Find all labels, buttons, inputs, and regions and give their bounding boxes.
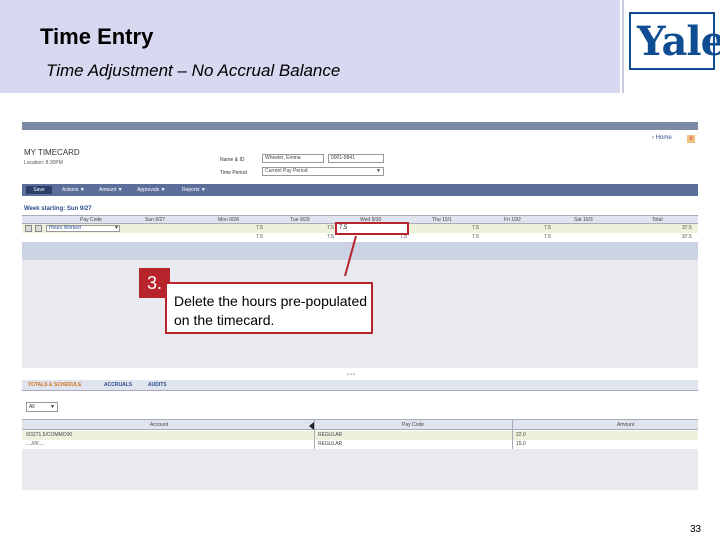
filter-select[interactable]: All ▼ [26, 402, 58, 412]
period-value: Current Pay Period [265, 168, 308, 174]
col-tue: Tue 9/29 [290, 217, 310, 223]
edit-row-icon[interactable] [35, 225, 42, 232]
col-thu: Thu 10/1 [432, 217, 452, 223]
tab-audits[interactable]: AUDITS [148, 382, 167, 388]
col-fri: Fri 10/2 [504, 217, 521, 223]
delete-row-icon[interactable] [25, 225, 32, 232]
cell-fri: 7.5 [544, 234, 551, 240]
pay-code-select[interactable]: Hours Worked [46, 225, 120, 232]
yale-logo-text: Yale [637, 18, 720, 65]
app-top-bar [22, 122, 698, 130]
actions-menu[interactable]: Actions ▼ [62, 186, 85, 194]
cell-amount: 22.0 [516, 432, 526, 438]
tab-accruals[interactable]: ACCRUALS [104, 382, 132, 388]
location-text: Location: 8:30PM [24, 160, 63, 166]
close-icon[interactable]: x [687, 135, 695, 143]
bottom-tabs: TOTALS & SCHEDULE ACCRUALS AUDITS [22, 380, 698, 391]
timecard-toolbar: Save Actions ▼ Amount ▼ Approvals ▼ Repo… [22, 184, 698, 196]
cell-mon[interactable]: 7.5 [256, 225, 263, 231]
col-sat: Sat 10/3 [574, 217, 593, 223]
totals-empty-area [22, 449, 698, 490]
cell-total: 37.5 [682, 234, 692, 240]
cell-thu[interactable]: 7.5 [472, 225, 479, 231]
col-pay-code: Pay Code [402, 422, 424, 428]
id-field[interactable]: 0001-9841 [328, 154, 384, 163]
cell-fri[interactable]: 7.5 [544, 225, 551, 231]
cell-total: 37.5 [682, 225, 692, 231]
name-field[interactable]: Wheeler, Emma [262, 154, 324, 163]
col-amount: Amount [617, 422, 635, 428]
col-account: Account [150, 422, 169, 428]
cell-amount: 15.0 [516, 441, 526, 447]
filter-value: All [29, 404, 35, 410]
grid-empty-area [22, 242, 698, 260]
table-row: ..../////.... REGULAR 15.0 [22, 440, 698, 449]
col-mon: Mon 9/28 [218, 217, 239, 223]
chevron-down-icon[interactable]: ▼ [114, 225, 119, 231]
chevron-down-icon: ▼ [50, 404, 55, 410]
column-divider [314, 419, 315, 449]
cell-tue[interactable]: 7.5 [327, 225, 334, 231]
week-label: Week starting: Sun 9/27 [24, 206, 92, 212]
cell-pay-code: REGULAR [318, 432, 343, 438]
logo-area: Yale [622, 0, 720, 93]
approvals-menu[interactable]: Approvals ▼ [137, 186, 166, 194]
home-link[interactable]: ‹ Home [652, 135, 672, 141]
save-button[interactable]: Save [26, 186, 52, 194]
yale-logo: Yale [629, 12, 720, 70]
totals-table-header: Account Pay Code Amount [22, 419, 698, 430]
col-sun: Sun 9/27 [145, 217, 166, 223]
page-number: 33 [690, 524, 702, 535]
cell-pay-code: REGULAR [318, 441, 343, 447]
period-label: Time Period [220, 170, 247, 176]
instruction-callout: Delete the hours pre-populated on the ti… [165, 282, 373, 334]
cell-thu: 7.5 [472, 234, 479, 240]
slide-header: Time Entry Time Adjustment – No Accrual … [0, 0, 620, 93]
wednesday-hours-input[interactable]: 7.5 [335, 222, 409, 235]
cell-mon: 7.5 [256, 234, 263, 240]
cell-account: 0/3271.5/COMMO00 [26, 432, 73, 438]
splitter[interactable] [22, 372, 698, 378]
splitter-handle-icon[interactable]: • • • [347, 372, 355, 378]
table-row: 0/3271.5/COMMO00 REGULAR 22.0 [22, 431, 698, 440]
slide-title: Time Entry [40, 24, 154, 49]
timecard-heading: MY TIMECARD [24, 148, 80, 157]
amount-menu[interactable]: Amount ▼ [99, 186, 123, 194]
tab-totals-schedule[interactable]: TOTALS & SCHEDULE [28, 382, 81, 388]
col-pay-code: Pay Code [80, 217, 102, 223]
col-total: Total [652, 217, 663, 223]
collapse-arrow-icon[interactable] [309, 422, 314, 430]
slide-subtitle: Time Adjustment – No Accrual Balance [46, 61, 341, 80]
cell-account: ..../////.... [26, 441, 45, 447]
chevron-down-icon: ▼ [376, 168, 381, 174]
name-label: Name & ID [220, 157, 245, 163]
column-divider [512, 419, 513, 449]
period-select[interactable]: Current Pay Period ▼ [262, 167, 384, 176]
cell-tue: 7.5 [327, 234, 334, 240]
pay-code-value: Hours Worked [49, 225, 81, 231]
reports-menu[interactable]: Reports ▼ [182, 186, 206, 194]
